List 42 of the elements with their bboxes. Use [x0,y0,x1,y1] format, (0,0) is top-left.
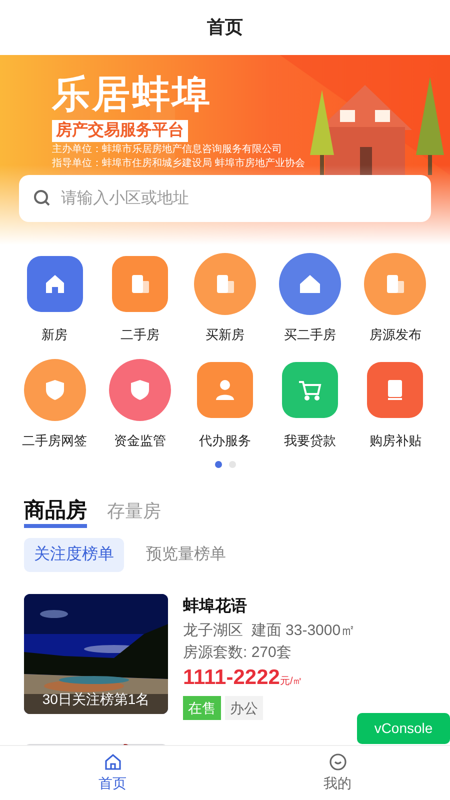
shortcut-item[interactable]: 我要贷款 [268,358,353,450]
shortcut-item[interactable]: 二手房网签 [12,358,98,450]
listing-tag: 办公 [225,696,263,720]
search-icon [33,189,51,207]
listing-count: 房源套数: 270套 [183,643,292,663]
shortcut-label: 二手房网签 [22,432,88,450]
shortcut-item[interactable]: 资金监管 [97,358,182,450]
shortcut-item[interactable]: 购房补贴 [352,358,438,450]
listing-tag: 在售 [183,696,221,720]
shortcut-item[interactable]: 买二手房 [268,253,353,344]
shortcut-item[interactable]: 二手房 [97,253,182,344]
shortcut-item[interactable]: 买新房 [182,253,268,344]
listing-location: 龙子湖区 建面 33-3000㎡ [183,621,356,641]
shortcut-item[interactable]: 房源发布 [352,253,438,344]
search-field[interactable]: 请输入小区或地址 [19,175,431,222]
banner-caption: 主办单位：蚌埠市乐居房地产信息咨询服务有限公司 [52,143,282,156]
page-title: 首页 [207,16,243,39]
listing-name: 蚌埠花语 [183,596,247,617]
shortcut-label: 二手房 [120,326,160,344]
nav-tab[interactable]: 我的 [225,746,450,800]
nav-tab[interactable]: 首页 [0,746,225,800]
shortcut-item[interactable]: 新房 [12,253,98,344]
shortcut-label: 房源发布 [369,326,422,344]
home-icon [104,752,122,770]
shortcut-item[interactable]: 代办服务 [182,358,268,450]
banner-caption: 指导单位：蚌埠市住房和城乡建设局 蚌埠市房地产业协会 [52,157,305,170]
shortcut-label: 买新房 [205,326,244,344]
ranking-tab[interactable]: 关注度榜单 [24,538,124,572]
shortcut-label: 代办服务 [198,432,251,450]
shortcut-label: 资金监管 [114,432,166,450]
ranking-tab[interactable]: 预览量榜单 [136,538,236,572]
shortcut-label: 买二手房 [284,326,336,344]
price-unit: 元/㎡ [280,675,303,689]
shortcut-label: 我要贷款 [284,432,336,450]
listing-price: 1111-2222 [183,665,280,691]
shortcut-label: 购房补贴 [369,432,422,450]
banner-title: 乐居蚌埠 [52,73,212,117]
ranking-caption: 30日关注榜第1名 [41,690,151,709]
shortcut-label: 新房 [42,326,68,344]
banner-subtitle: 房产交易服务平台 [52,120,188,142]
smiley-icon [328,752,346,770]
category-tab[interactable]: 商品房 [24,498,87,528]
